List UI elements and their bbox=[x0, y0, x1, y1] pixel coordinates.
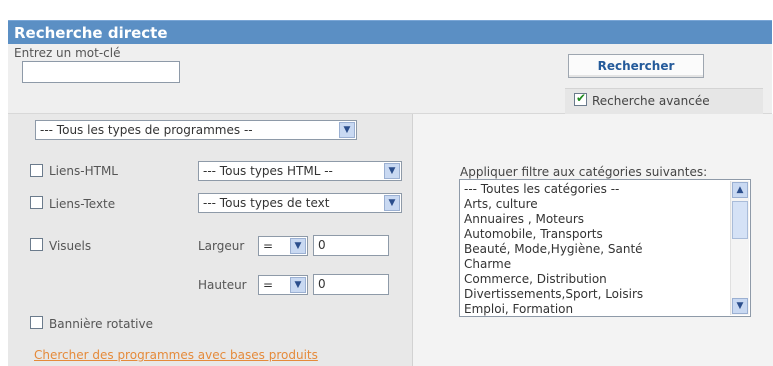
rotating-banner-checkbox[interactable] bbox=[30, 316, 43, 329]
width-label: Largeur bbox=[198, 239, 245, 253]
width-input[interactable]: 0 bbox=[313, 235, 389, 256]
category-listbox[interactable]: --- Toutes les catégories -- Arts, cultur… bbox=[459, 179, 751, 317]
chevron-down-icon[interactable]: ▼ bbox=[732, 298, 748, 314]
text-links-label: Liens-Texte bbox=[49, 197, 116, 211]
height-input[interactable]: 0 bbox=[313, 274, 389, 295]
category-list: --- Toutes les catégories -- Arts, cultur… bbox=[464, 182, 726, 316]
listbox-scrollbar[interactable]: ▲ ▼ bbox=[730, 181, 749, 315]
list-item[interactable]: Beauté, Mode,Hygiène, Santé bbox=[464, 242, 726, 257]
html-links-checkbox[interactable] bbox=[30, 164, 43, 177]
section-title: Recherche directe bbox=[8, 20, 772, 44]
height-operator-select[interactable]: = ▼ bbox=[258, 275, 308, 295]
list-item[interactable]: Emploi, Formation bbox=[464, 302, 726, 316]
html-type-select[interactable]: --- Tous types HTML -- ▼ bbox=[198, 161, 402, 181]
html-links-label: Liens-HTML bbox=[49, 164, 118, 178]
list-item[interactable]: Charme bbox=[464, 257, 726, 272]
visuals-checkbox[interactable] bbox=[30, 238, 43, 251]
rotating-banner-label: Bannière rotative bbox=[49, 317, 153, 331]
program-type-select[interactable]: --- Tous les types de programmes -- ▼ bbox=[35, 120, 357, 140]
keyword-input[interactable] bbox=[22, 61, 180, 83]
chevron-down-icon: ▼ bbox=[384, 195, 400, 211]
chevron-down-icon: ▼ bbox=[384, 163, 400, 179]
search-button[interactable]: Rechercher bbox=[568, 54, 704, 78]
scrollbar-thumb[interactable] bbox=[732, 201, 748, 239]
advanced-search-checkbox[interactable]: ✔ bbox=[574, 91, 587, 106]
chevron-up-icon[interactable]: ▲ bbox=[732, 182, 748, 198]
width-operator-select[interactable]: = ▼ bbox=[258, 236, 308, 256]
text-links-checkbox[interactable] bbox=[30, 196, 43, 209]
advanced-search-label: Recherche avancée bbox=[592, 94, 710, 108]
chevron-down-icon: ▼ bbox=[339, 122, 355, 138]
text-type-select[interactable]: --- Tous types de text ▼ bbox=[198, 193, 402, 213]
text-type-value: --- Tous types de text bbox=[203, 196, 330, 210]
height-label: Hauteur bbox=[198, 278, 247, 292]
list-item[interactable]: Commerce, Distribution bbox=[464, 272, 726, 287]
list-item[interactable]: --- Toutes les catégories -- bbox=[464, 182, 726, 197]
program-type-value: --- Tous les types de programmes -- bbox=[40, 123, 253, 137]
list-item[interactable]: Automobile, Transports bbox=[464, 227, 726, 242]
visuals-label: Visuels bbox=[49, 239, 92, 253]
checkmark-icon: ✔ bbox=[576, 91, 587, 105]
products-programs-link[interactable]: Chercher des programmes avec bases produ… bbox=[34, 348, 318, 362]
chevron-down-icon: ▼ bbox=[290, 277, 306, 293]
category-filter-label: Appliquer filtre aux catégories suivante… bbox=[460, 165, 708, 179]
list-item[interactable]: Divertissements,Sport, Loisirs bbox=[464, 287, 726, 302]
html-type-value: --- Tous types HTML -- bbox=[203, 164, 333, 178]
list-item[interactable]: Arts, culture bbox=[464, 197, 726, 212]
keyword-label: Entrez un mot-clé bbox=[14, 46, 121, 60]
chevron-down-icon: ▼ bbox=[290, 238, 306, 254]
list-item[interactable]: Annuaires , Moteurs bbox=[464, 212, 726, 227]
